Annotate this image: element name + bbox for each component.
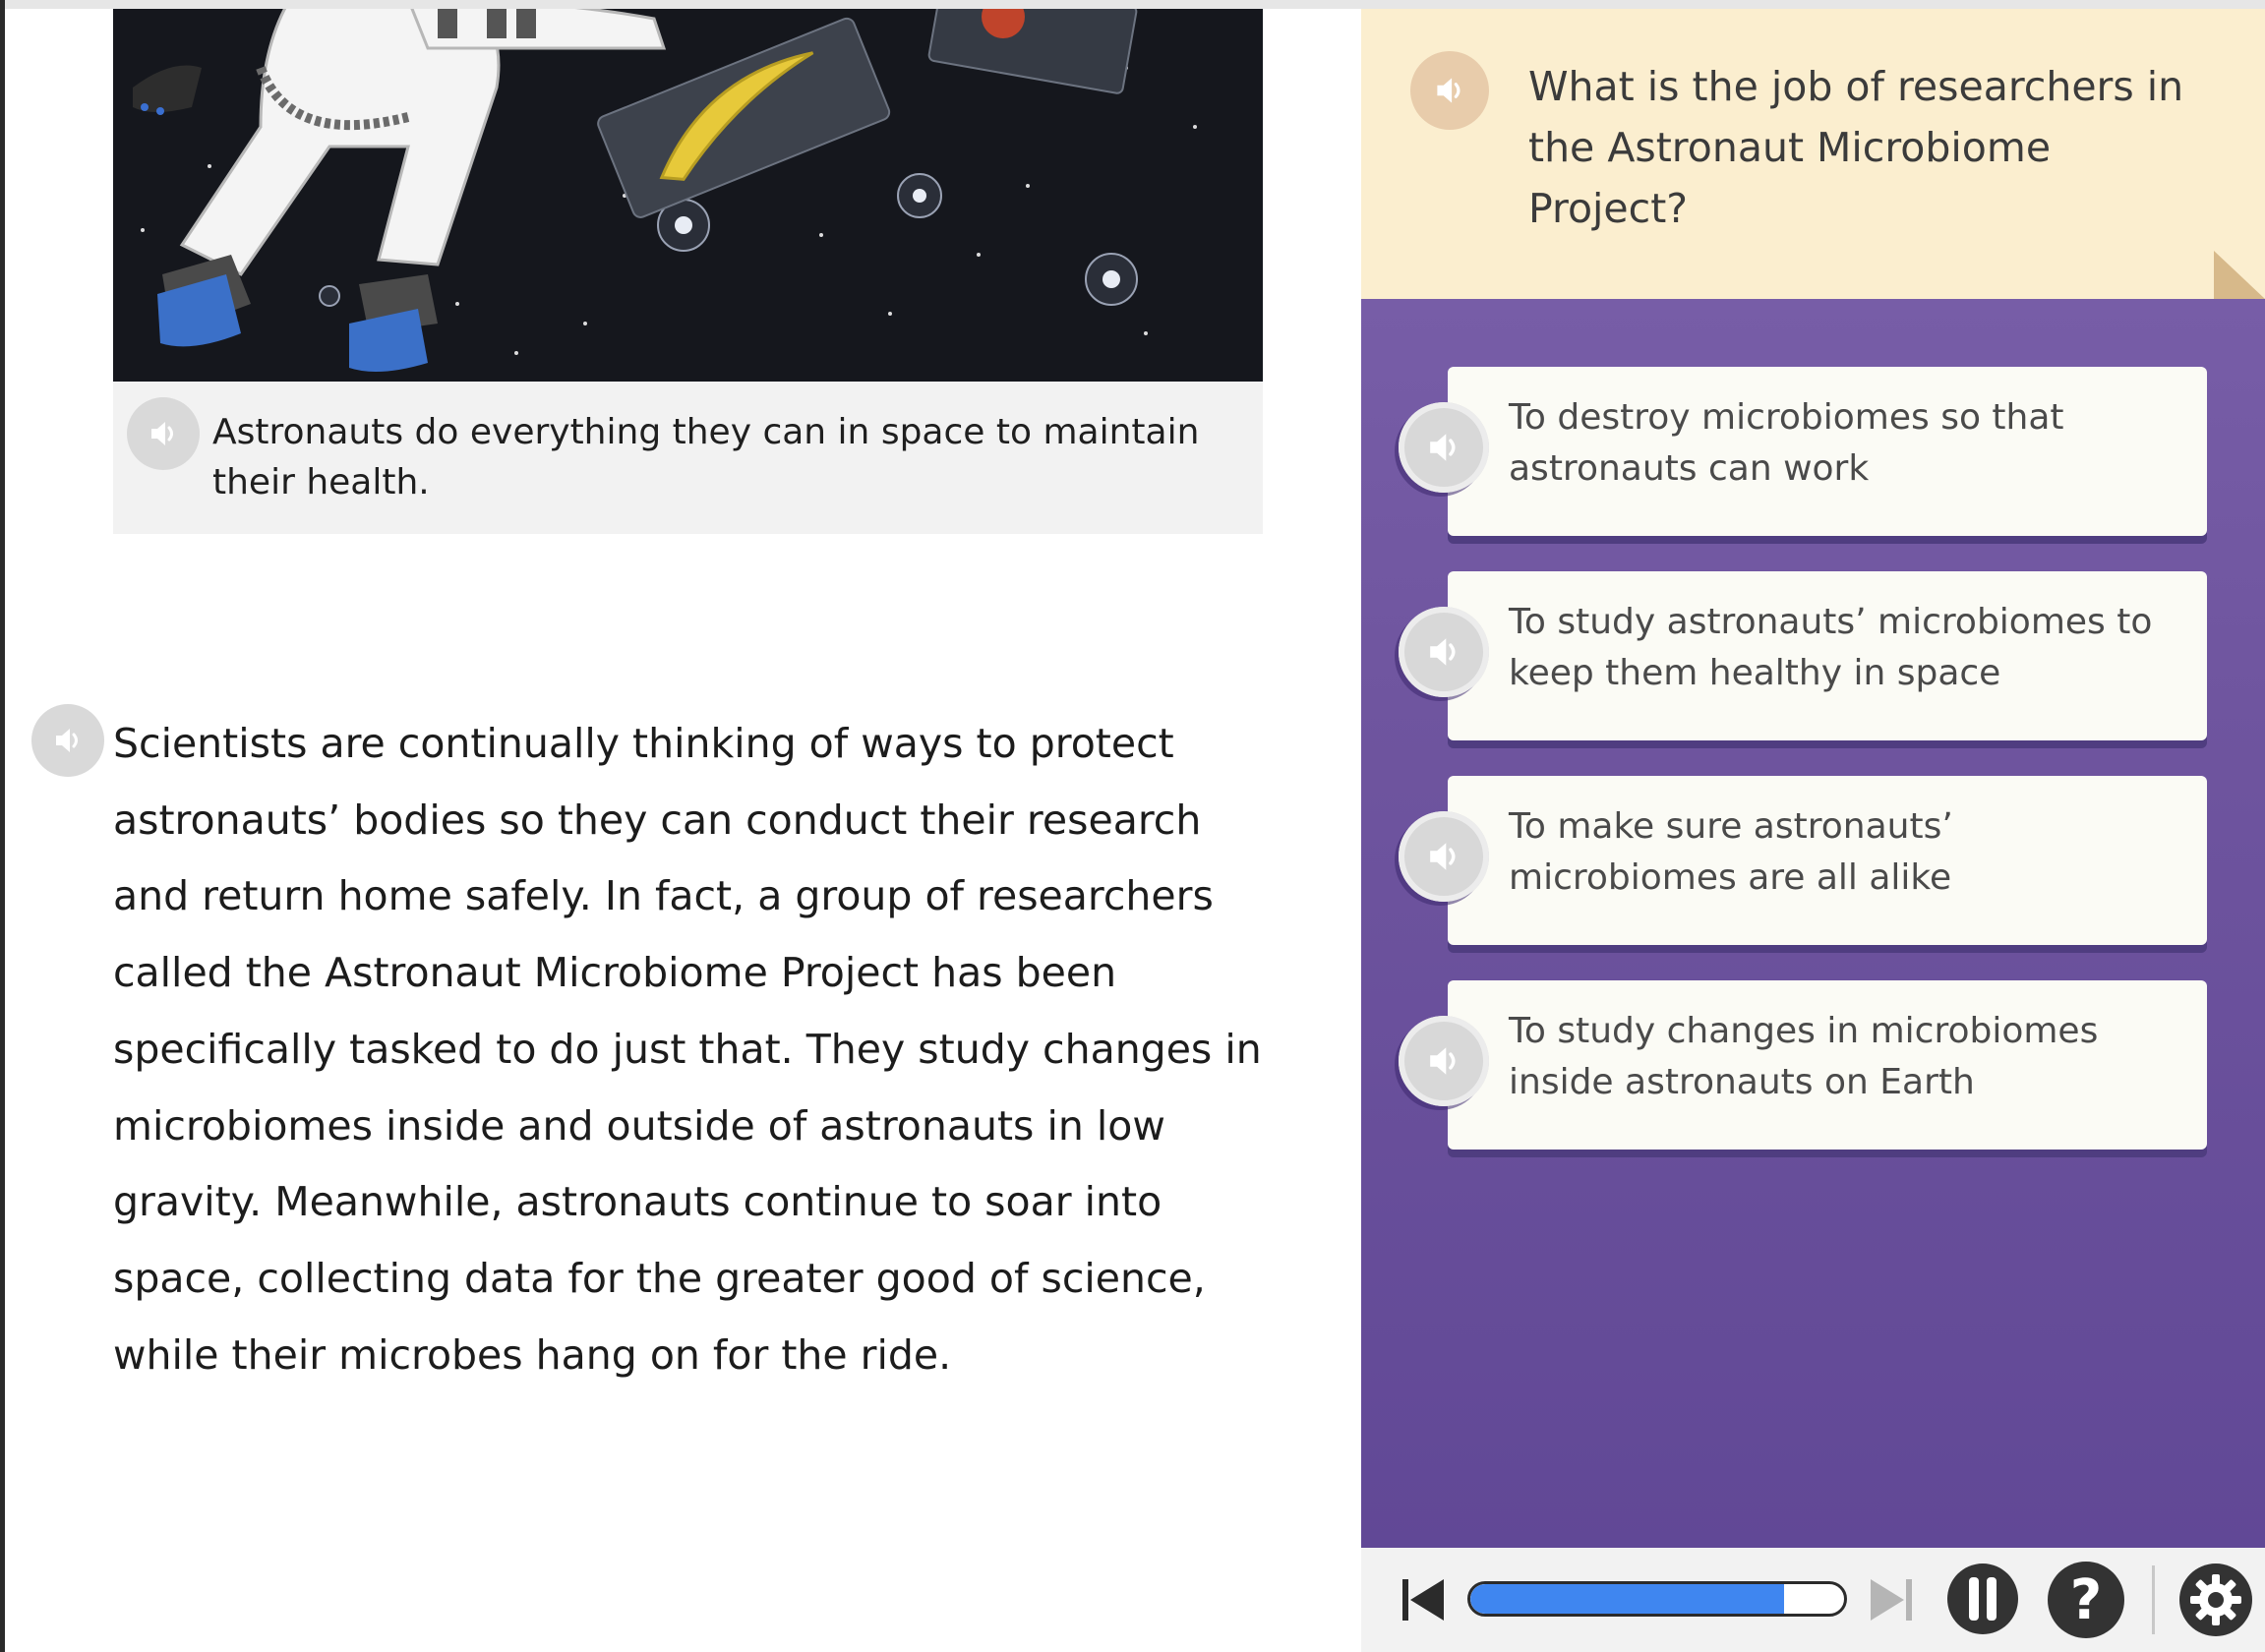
passage-paragraph: Scientists are continually thinking of w… [113, 720, 1262, 1379]
page-fold [2214, 251, 2265, 299]
speaker-icon [1430, 434, 1456, 461]
choice-text: To destroy microbiomes so that astronaut… [1509, 397, 2064, 489]
toolbar-divider [2152, 1565, 2155, 1634]
pause-icon [1947, 1564, 2018, 1634]
choice-speaker-button[interactable] [1399, 1016, 1489, 1106]
question-text: What is the job of researchers in the As… [1528, 63, 2184, 232]
answer-choice-4[interactable]: To study changes in microbiomes inside a… [1399, 980, 2207, 1150]
progress-fill [1470, 1584, 1785, 1614]
choice-text: To study astronauts’ microbiomes to keep… [1509, 602, 2153, 693]
pause-button[interactable] [1945, 1562, 2020, 1640]
question-speaker-button[interactable] [1410, 51, 1489, 130]
gear-icon [2179, 1564, 2252, 1636]
choice-speaker-button[interactable] [1399, 607, 1489, 697]
skip-forward-icon [1871, 1579, 1912, 1621]
choice-text: To study changes in microbiomes inside a… [1509, 1011, 2099, 1102]
speaker-icon [1437, 78, 1460, 103]
help-button[interactable]: ? [2046, 1560, 2126, 1644]
skip-back-icon [1402, 1579, 1444, 1621]
astronaut-illustration [113, 9, 1263, 382]
caption-text: Astronauts do everything they can in spa… [212, 412, 1200, 502]
progress-bar [1467, 1581, 1847, 1617]
question-box: What is the job of researchers in the As… [1361, 9, 2265, 299]
settings-button[interactable] [2177, 1562, 2254, 1642]
answer-choice-2[interactable]: To study astronauts’ microbiomes to keep… [1399, 571, 2207, 740]
question-panel: What is the job of researchers in the As… [1361, 9, 2265, 1548]
speaker-icon [56, 729, 78, 752]
paragraph-speaker-button[interactable] [31, 704, 104, 777]
speaker-icon [1430, 638, 1456, 666]
skip-forward-button[interactable] [1867, 1575, 1916, 1628]
speaker-icon [151, 422, 173, 445]
speaker-icon [1430, 1047, 1456, 1075]
skip-back-button[interactable] [1399, 1575, 1448, 1628]
caption-speaker-button[interactable] [127, 397, 200, 470]
answer-choice-3[interactable]: To make sure astronauts’ microbiomes are… [1399, 776, 2207, 945]
bottom-toolbar: ? [1361, 1548, 2265, 1652]
answer-choice-1[interactable]: To destroy microbiomes so that astronaut… [1399, 367, 2207, 536]
choice-text: To make sure astronauts’ microbiomes are… [1509, 806, 1953, 898]
help-icon: ? [2048, 1562, 2124, 1638]
image-caption: Astronauts do everything they can in spa… [113, 382, 1263, 534]
choice-speaker-button[interactable] [1399, 402, 1489, 493]
top-bar [0, 0, 2265, 9]
window-edge [0, 0, 5, 1652]
speaker-icon [1430, 843, 1456, 870]
choice-speaker-button[interactable] [1399, 811, 1489, 902]
svg-text:?: ? [2070, 1568, 2102, 1632]
